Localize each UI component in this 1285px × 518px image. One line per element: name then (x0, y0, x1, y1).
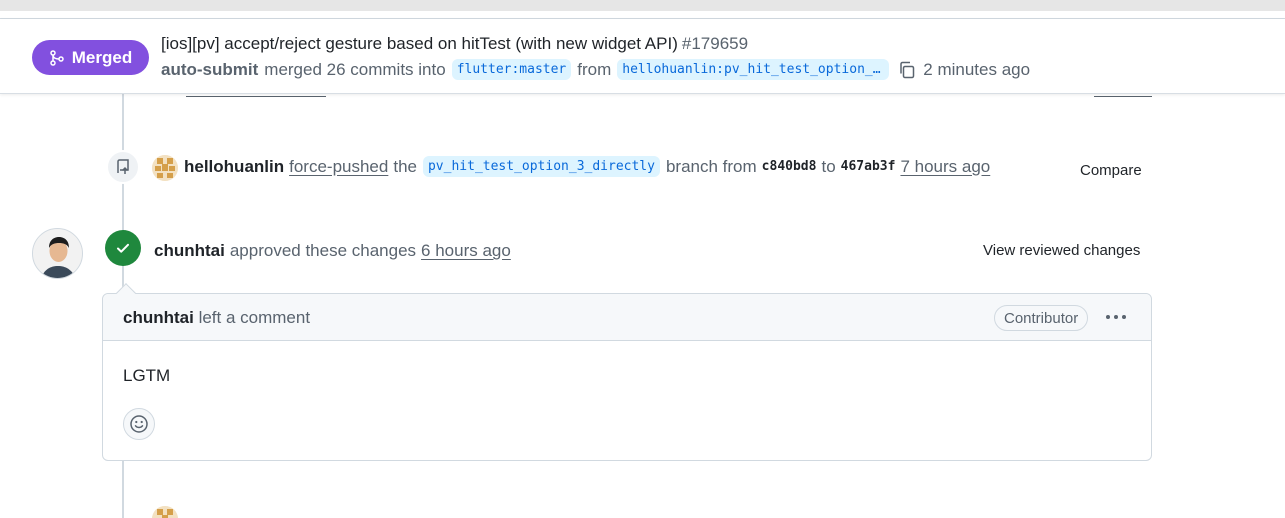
to-commit-sha[interactable]: 467ab3f (841, 159, 896, 174)
kebab-horizontal-icon[interactable] (1102, 307, 1130, 327)
to-text: to (821, 156, 836, 176)
merged-status-label: Merged (71, 47, 133, 67)
force-pushed-link[interactable]: force-pushed (289, 157, 388, 177)
reviewer-link[interactable]: chunhtai (154, 241, 225, 261)
browser-top-strip (0, 0, 1285, 11)
avatar[interactable] (32, 228, 83, 279)
partial-link-underline (1094, 96, 1152, 97)
head-branch-link[interactable]: hellohuanlin:pv_hit_test_option_3_direct… (617, 59, 890, 80)
contributor-badge: Contributor (994, 305, 1089, 331)
compare-button[interactable]: Compare (1080, 162, 1142, 179)
event-user-link[interactable]: hellohuanlin (184, 157, 284, 177)
review-comment: chunhtai left a comment Contributor LGTM (102, 283, 1152, 461)
merged-status-badge: Merged (32, 40, 149, 75)
the-text: the (393, 156, 417, 176)
avatar[interactable] (152, 506, 178, 518)
comment-header: chunhtai left a comment Contributor (103, 294, 1151, 341)
comment-body: LGTM (123, 366, 171, 385)
branch-from-text: branch from (665, 156, 757, 176)
pr-sticky-header: Merged [ios][pv] accept/reject gesture b… (0, 19, 1285, 94)
merge-text: merged 26 commits into (264, 59, 446, 79)
avatar[interactable] (152, 155, 178, 181)
from-text: from (577, 59, 612, 79)
merge-author-link[interactable]: auto-submit (161, 60, 258, 80)
partial-link-underline (186, 96, 326, 97)
smiley-icon[interactable] (123, 408, 155, 440)
pr-title: [ios][pv] accept/reject gesture based on… (161, 34, 748, 54)
from-commit-sha[interactable]: c840bd8 (762, 159, 817, 174)
view-reviewed-changes-button[interactable]: View reviewed changes (983, 242, 1140, 259)
pushed-branch-link[interactable]: pv_hit_test_option_3_directly (422, 156, 660, 177)
git-merge-icon (50, 49, 64, 66)
review-time-link[interactable]: 6 hours ago (421, 241, 511, 261)
comment-author-link[interactable]: chunhtai (123, 308, 194, 327)
review-action-text: approved these changes (229, 241, 417, 260)
repo-push-icon (106, 150, 140, 184)
pr-title-text: [ios][pv] accept/reject gesture based on… (161, 34, 678, 53)
pr-merge-summary: auto-submit merged 26 commits into flutt… (161, 59, 1030, 80)
base-branch-link[interactable]: flutter:master (451, 59, 572, 80)
copy-icon[interactable] (897, 60, 917, 80)
check-icon (105, 230, 141, 266)
comment-action-text: left a comment (198, 308, 311, 327)
review-event-text: chunhtai approved these changes 6 hours … (154, 241, 516, 261)
pr-number: #179659 (681, 34, 749, 53)
comment-author-line: chunhtai left a comment (123, 308, 310, 328)
event-time-link[interactable]: 7 hours ago (900, 157, 990, 177)
merge-time[interactable]: 2 minutes ago (923, 60, 1030, 80)
force-push-text: hellohuanlin force-pushed the pv_hit_tes… (184, 156, 995, 177)
